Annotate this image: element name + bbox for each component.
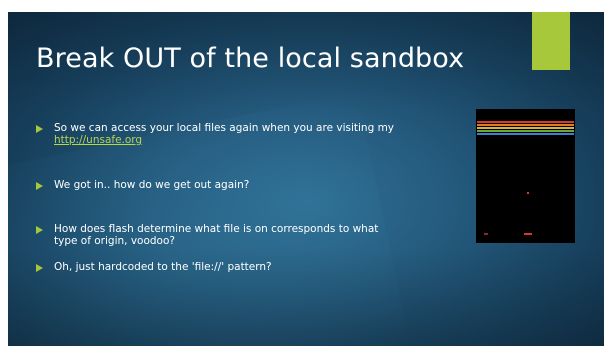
bullet-arrow-icon <box>36 264 43 272</box>
slide: Break OUT of the local sandbox So we can… <box>8 12 604 346</box>
bullet-arrow-icon <box>36 182 43 190</box>
ball <box>527 192 529 194</box>
brick-row <box>477 124 574 126</box>
brick-row <box>477 121 574 123</box>
unsafe-link[interactable]: http://unsafe.org <box>54 134 142 146</box>
brick-row <box>477 130 574 132</box>
paddle-marker <box>484 233 488 235</box>
slide-title: Break OUT of the local sandbox <box>36 43 465 74</box>
bullet-text: How does flash determine what file is on… <box>54 223 378 247</box>
slide-frame: Break OUT of the local sandbox So we can… <box>0 0 612 356</box>
breakout-game-image <box>476 109 575 243</box>
brick-row <box>477 133 574 135</box>
paddle <box>524 233 532 235</box>
bullet-text: So we can access your local files again … <box>54 122 394 146</box>
bullet-arrow-icon <box>36 226 43 234</box>
bullet-text: Oh, just hardcoded to the 'file://' patt… <box>54 261 272 273</box>
bullet-arrow-icon <box>36 125 43 133</box>
bullet-line: How does flash determine what file is on… <box>54 223 379 235</box>
bullet-line: So we can access your local files again … <box>54 122 395 134</box>
brick-row <box>477 127 574 129</box>
bullet-text: We got in.. how do we get out again? <box>54 179 250 191</box>
accent-bar <box>532 12 570 70</box>
bullet-line: type of origin, voodoo? <box>54 235 175 247</box>
